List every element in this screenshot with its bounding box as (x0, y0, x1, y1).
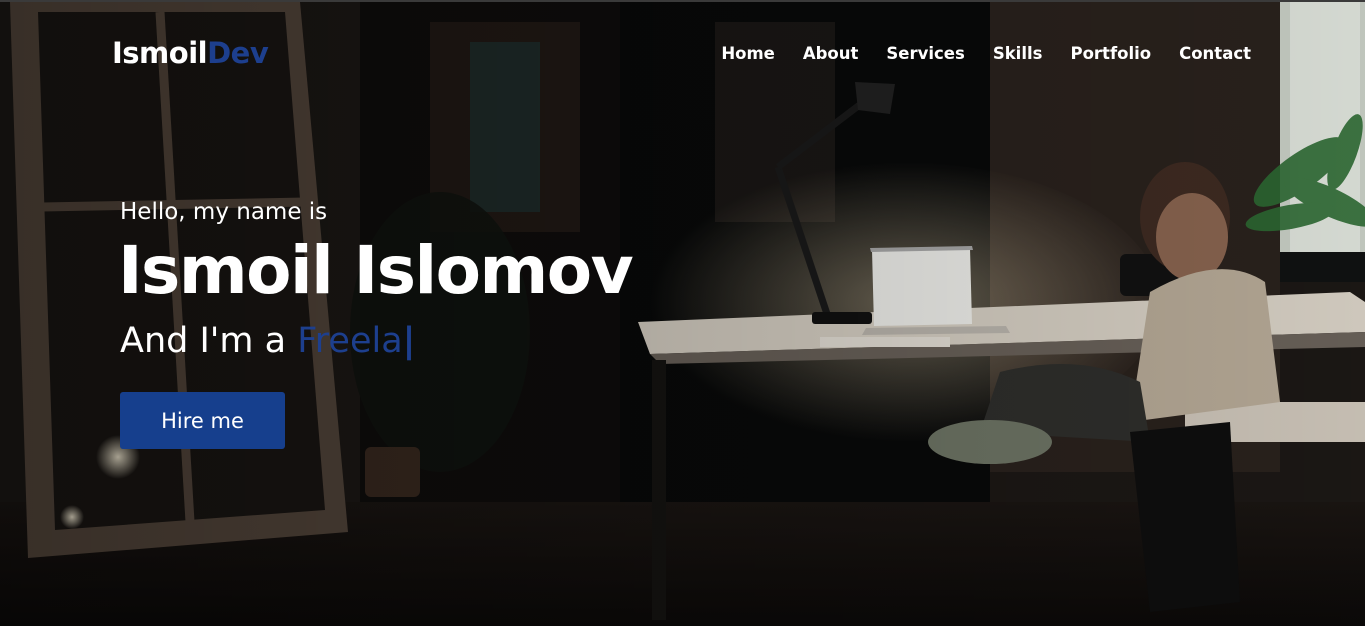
hire-me-button[interactable]: Hire me (120, 392, 285, 449)
nav-about[interactable]: About (803, 44, 859, 63)
hero-section: IsmoilDev Home About Services Skills Por… (0, 0, 1365, 626)
nav-portfolio[interactable]: Portfolio (1070, 44, 1151, 63)
nav-services[interactable]: Services (886, 44, 964, 63)
nav-home[interactable]: Home (721, 44, 775, 63)
main-nav: Home About Services Skills Portfolio Con… (721, 44, 1251, 63)
hero-name: Ismoil Islomov (118, 232, 634, 309)
nav-skills[interactable]: Skills (993, 44, 1043, 63)
hero-role: And I'm a Freela| (120, 320, 415, 362)
logo-accent-text: Dev (207, 36, 269, 70)
nav-contact[interactable]: Contact (1179, 44, 1251, 63)
hero-overlay (0, 2, 1365, 626)
logo-link[interactable]: IsmoilDev (112, 36, 269, 70)
hero-greeting: Hello, my name is (120, 199, 328, 225)
typing-cursor: | (402, 321, 416, 361)
role-typed-text: Freela (297, 321, 403, 361)
logo-main-text: Ismoil (112, 36, 208, 70)
role-prefix: And I'm a (120, 321, 298, 361)
